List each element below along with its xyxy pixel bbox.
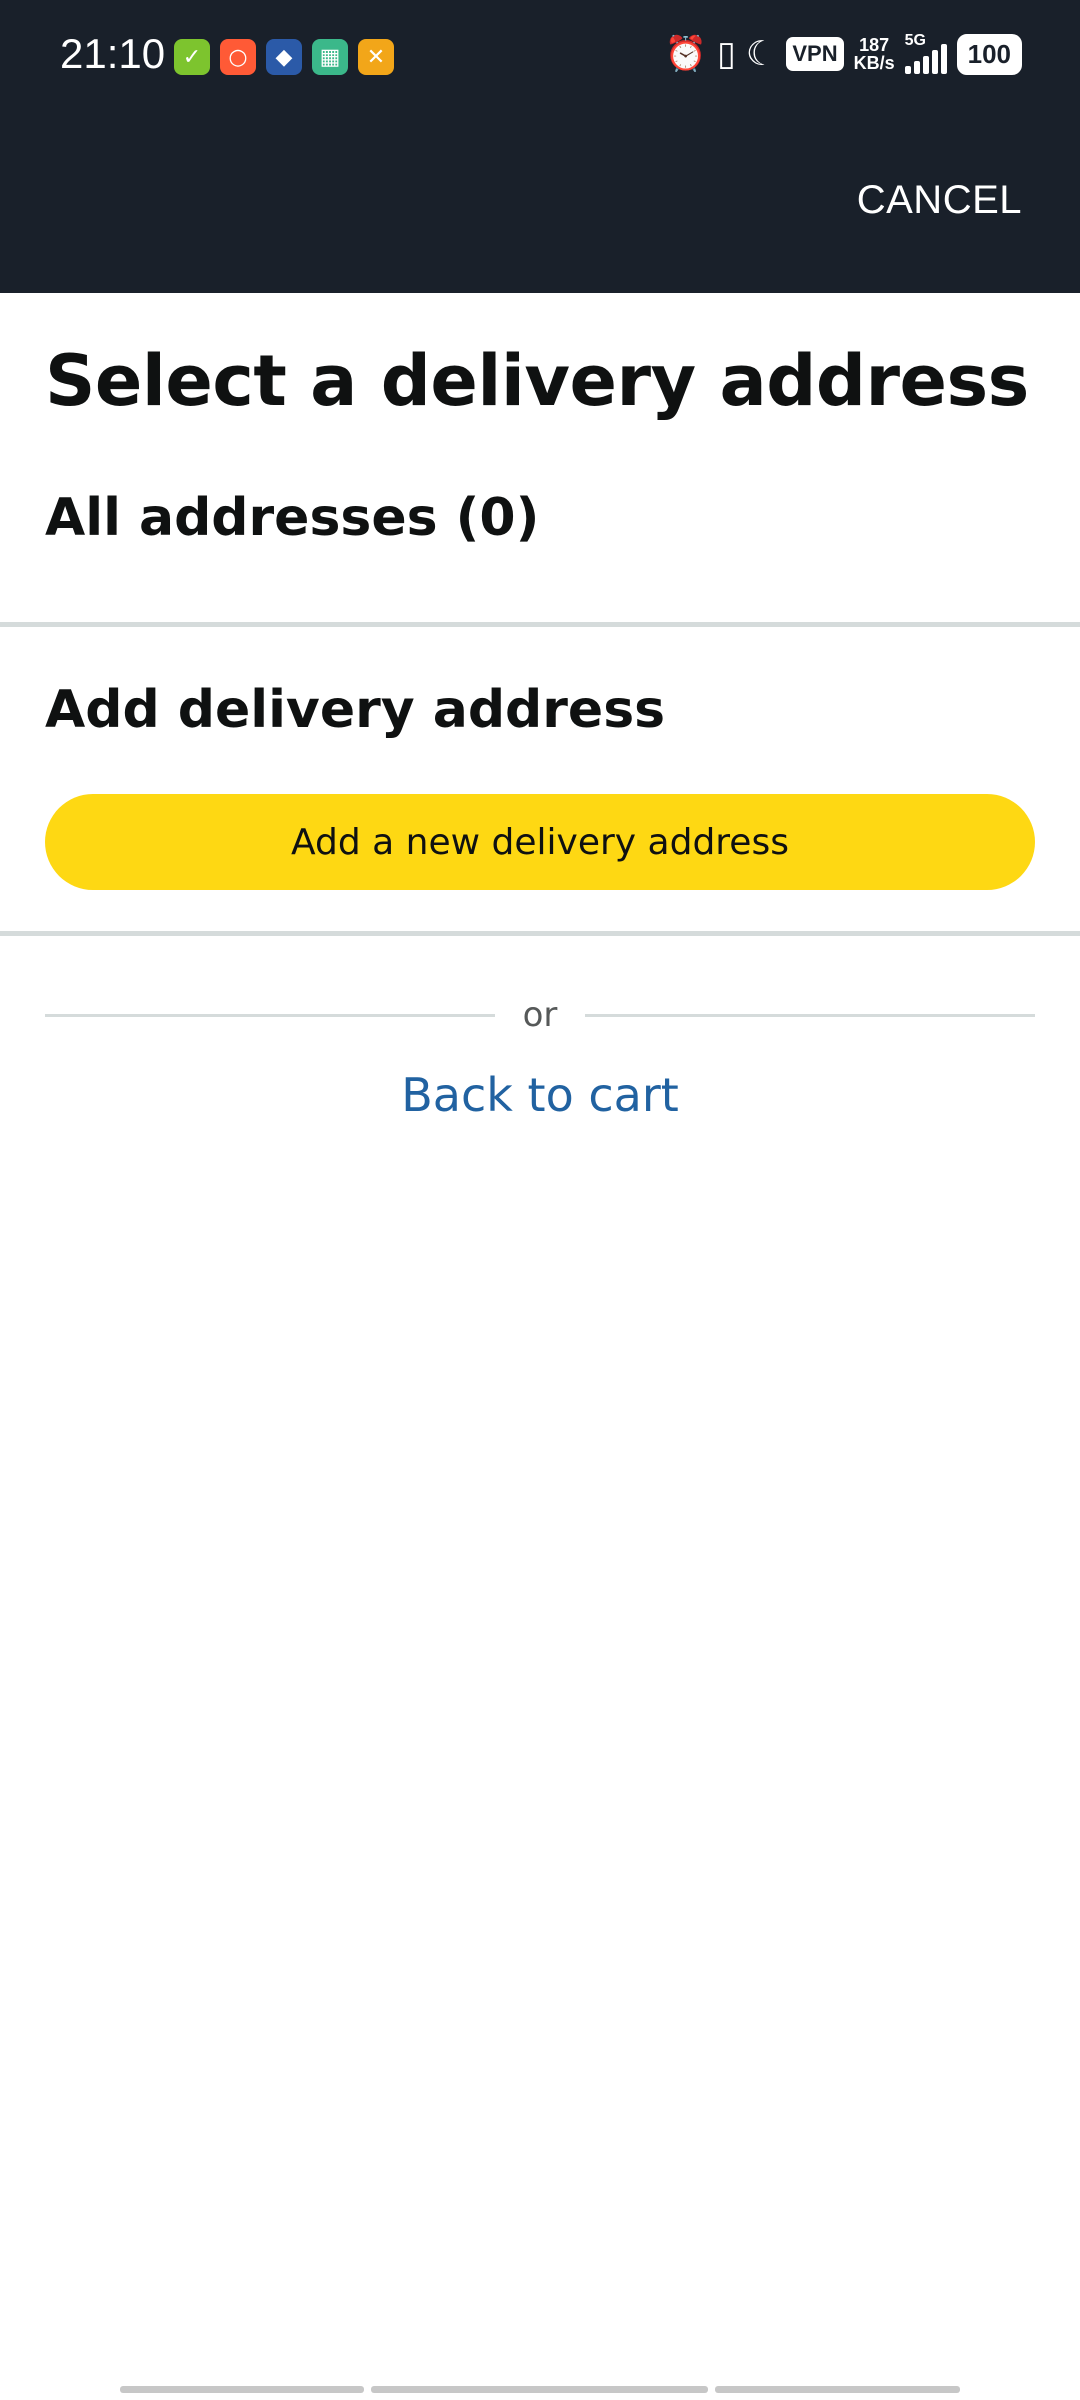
vpn-badge: VPN <box>786 37 844 71</box>
page-title: Select a delivery address <box>45 340 1029 422</box>
status-time: 21:10 <box>60 30 166 77</box>
battery-indicator: 100 <box>956 33 1022 75</box>
vibrate-icon: ▯ <box>717 34 736 74</box>
app-ring-icon: ○ <box>220 39 256 75</box>
add-address-heading: Add delivery address <box>45 680 666 740</box>
app-calculator-icon: ▦ <box>312 39 348 75</box>
alarm-icon: ⏰ <box>664 34 708 74</box>
or-label: or <box>522 995 558 1035</box>
do-not-disturb-moon-icon: ☾ <box>745 34 777 74</box>
nav-handle-segment <box>120 2386 364 2393</box>
cancel-button[interactable]: CANCEL <box>857 178 1022 223</box>
separator-line-right <box>585 1013 1035 1017</box>
system-status-icons: ⏰ ▯ ☾ VPN 187 KB/s 5G 100 <box>665 32 1022 76</box>
separator-line-left <box>45 1013 495 1017</box>
app-tools-icon: ✕ <box>358 39 394 75</box>
all-addresses-heading: All addresses (0) <box>45 488 540 548</box>
signal-strength-icon: 5G <box>904 32 947 74</box>
add-new-address-button[interactable]: Add a new delivery address <box>45 794 1035 890</box>
network-speed-value: 187 <box>859 35 890 55</box>
network-type-label: 5G <box>904 32 926 49</box>
bottom-navigation-handle <box>120 2386 960 2393</box>
or-separator: or <box>45 990 1035 1040</box>
nav-handle-segment <box>715 2386 960 2393</box>
section-divider <box>0 622 1080 627</box>
nav-handle-segment <box>371 2386 708 2393</box>
app-checklist-icon: ✓ <box>174 39 210 75</box>
notification-icons: ✓ ○ ◆ ▦ ✕ <box>174 39 394 75</box>
app-header: 21:10 ✓ ○ ◆ ▦ ✕ ⏰ ▯ ☾ VPN 187 KB/s 5G 10… <box>0 0 1080 293</box>
section-divider <box>0 931 1080 936</box>
back-to-cart-link[interactable]: Back to cart <box>0 1068 1080 1122</box>
network-speed-unit: KB/s <box>853 53 895 73</box>
network-speed: 187 KB/s <box>854 36 895 72</box>
app-cat-icon: ◆ <box>266 39 302 75</box>
